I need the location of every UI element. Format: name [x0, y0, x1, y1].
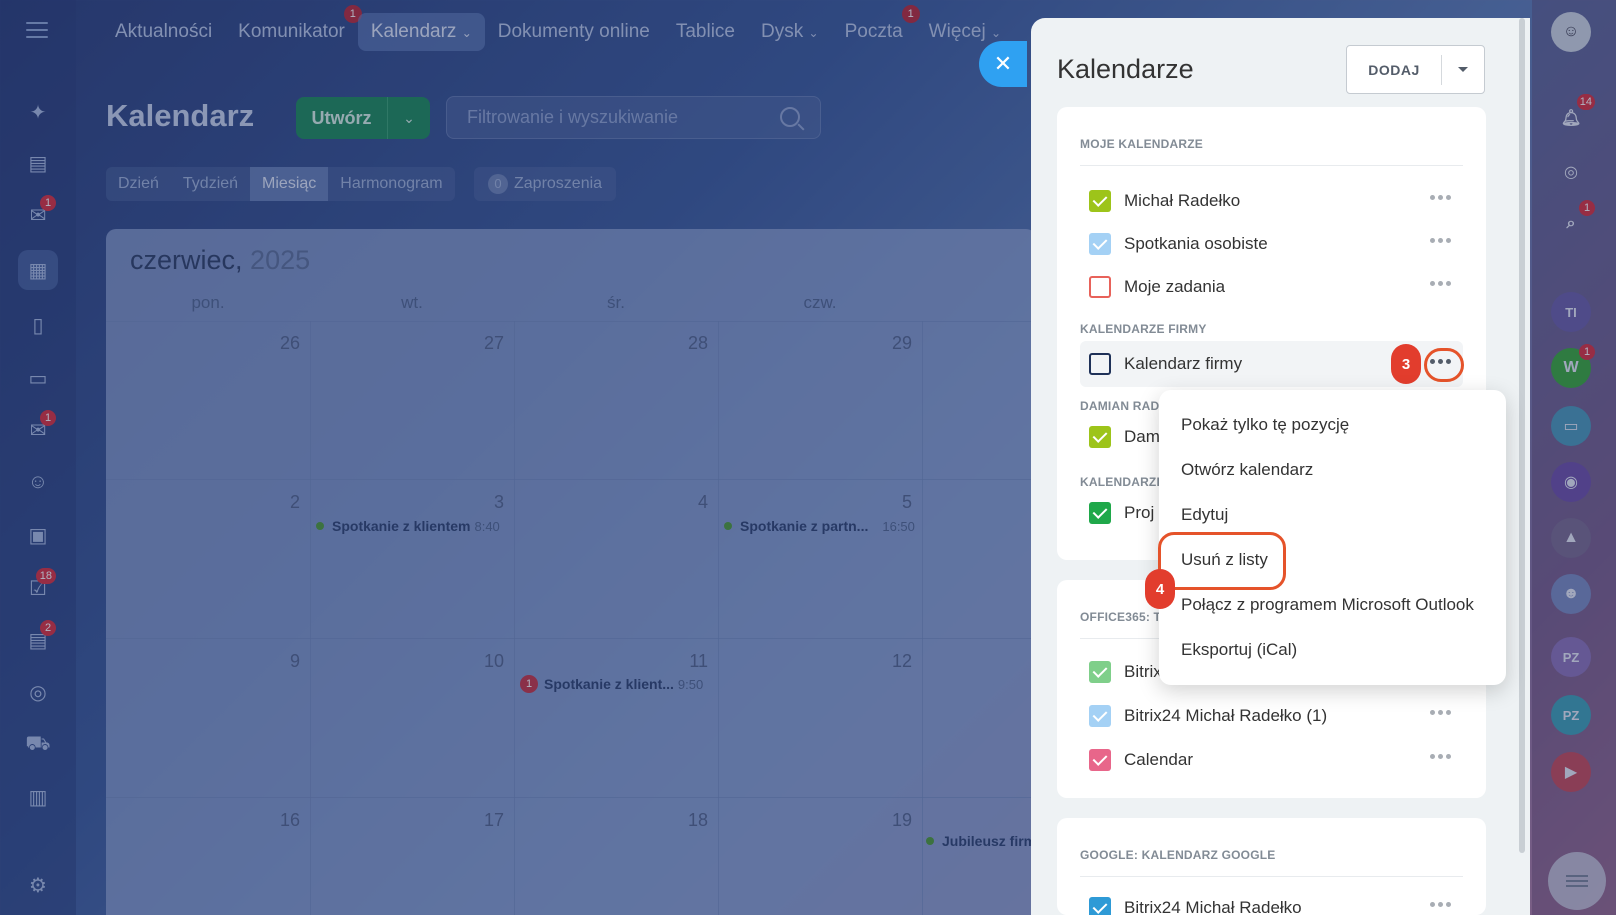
checkbox[interactable]: [1089, 353, 1111, 375]
chevron-down-icon[interactable]: [1442, 67, 1484, 72]
divider: [1080, 876, 1463, 877]
menu-item-edit[interactable]: Edytuj: [1181, 505, 1228, 525]
checkbox[interactable]: [1089, 233, 1111, 255]
checkbox[interactable]: [1089, 705, 1111, 727]
more-icon[interactable]: [1430, 238, 1451, 243]
checkbox[interactable]: [1089, 749, 1111, 771]
close-icon[interactable]: ✕: [979, 41, 1027, 87]
calendar-row[interactable]: Spotkania osobiste: [1080, 224, 1463, 264]
checkbox[interactable]: [1089, 276, 1111, 298]
menu-item-connect-outlook[interactable]: Połącz z programem Microsoft Outlook: [1181, 595, 1474, 615]
menu-item-show-only[interactable]: Pokaż tylko tę pozycję: [1181, 415, 1349, 435]
add-button-label: DODAJ: [1347, 54, 1442, 85]
more-icon[interactable]: [1430, 754, 1451, 759]
more-icon[interactable]: [1430, 710, 1451, 715]
calendar-row[interactable]: Moje zadania: [1080, 267, 1463, 307]
google-card: GOOGLE: KALENDARZ GOOGLE Bitrix24 Michał…: [1057, 818, 1486, 915]
checkbox[interactable]: [1089, 661, 1111, 683]
highlight-ring: [1424, 348, 1464, 382]
calendar-row[interactable]: Michał Radełko: [1080, 181, 1463, 221]
calendar-row[interactable]: Bitrix24 Michał Radełko: [1080, 888, 1463, 915]
panel-title: Kalendarze: [1057, 54, 1194, 84]
section-header: OFFICE365: TA: [1080, 610, 1170, 624]
more-icon[interactable]: [1430, 902, 1451, 907]
section-header: DAMIAN RAD: [1080, 399, 1160, 413]
step-badge: 3: [1391, 344, 1421, 384]
more-icon[interactable]: [1430, 195, 1451, 200]
calendar-row[interactable]: Calendar: [1080, 740, 1463, 780]
divider: [1080, 165, 1463, 166]
step-badge: 4: [1145, 569, 1175, 609]
menu-item-export-ical[interactable]: Eksportuj (iCal): [1181, 640, 1297, 660]
more-icon[interactable]: [1430, 281, 1451, 286]
calendar-row[interactable]: Bitrix24 Michał Radełko (1): [1080, 696, 1463, 736]
checkbox[interactable]: [1089, 426, 1111, 448]
section-header: GOOGLE: KALENDARZ GOOGLE: [1080, 848, 1276, 862]
section-header: MOJE KALENDARZE: [1080, 137, 1204, 151]
add-button[interactable]: DODAJ: [1346, 45, 1485, 94]
section-header: KALENDARZE FIRMY: [1080, 322, 1207, 336]
checkbox[interactable]: [1089, 502, 1111, 524]
menu-item-open-calendar[interactable]: Otwórz kalendarz: [1181, 460, 1313, 480]
scrollbar[interactable]: [1519, 18, 1525, 853]
checkbox[interactable]: [1089, 897, 1111, 915]
checkbox[interactable]: [1089, 190, 1111, 212]
section-header: KALENDARZE: [1080, 475, 1165, 489]
highlight-ring: [1158, 532, 1286, 590]
